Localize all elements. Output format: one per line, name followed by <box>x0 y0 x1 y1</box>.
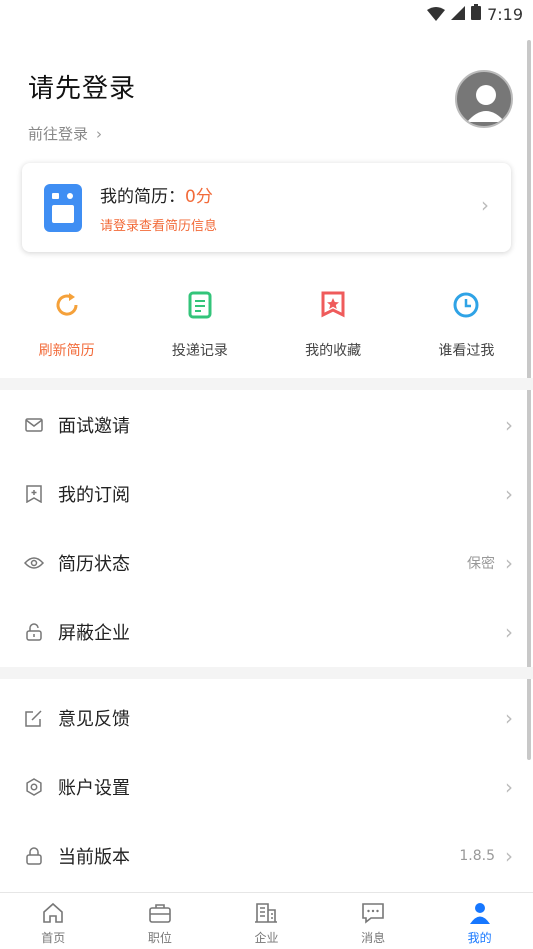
tab-jobs[interactable]: 职位 <box>107 893 214 949</box>
bookmark-star-icon <box>318 290 348 320</box>
home-icon <box>39 899 67 927</box>
section-divider <box>0 378 533 390</box>
chevron-right-icon: › <box>481 193 489 217</box>
menu-label: 面试邀请 <box>58 415 130 437</box>
page-title: 请先登录 <box>28 74 137 104</box>
default-avatar-icon <box>467 85 505 122</box>
edit-icon <box>24 708 44 728</box>
resume-label: 我的简历： <box>100 186 185 207</box>
tab-mine[interactable]: 我的 <box>426 893 533 949</box>
menu-item-interview-invites[interactable]: 面试邀请 › <box>0 390 533 459</box>
message-icon <box>359 899 387 927</box>
menu-label: 当前版本 <box>58 846 130 868</box>
wifi-icon <box>427 7 446 21</box>
chevron-right-icon: › <box>505 412 513 437</box>
menu-value: 保密 <box>467 555 495 572</box>
go-login-label: 前往登录 <box>28 125 89 143</box>
menu-label: 意见反馈 <box>58 708 130 730</box>
tab-label: 消息 <box>361 931 386 945</box>
resume-score: 0分 <box>185 186 213 207</box>
menu-item-resume-status[interactable]: 简历状态 保密 › <box>0 528 533 597</box>
refresh-icon <box>52 290 82 320</box>
quick-label: 投递记录 <box>171 343 228 359</box>
tab-label: 职位 <box>147 931 172 945</box>
menu-item-current-version[interactable]: 当前版本 1.8.5 › <box>0 821 533 890</box>
refresh-resume-button[interactable]: 刷新简历 <box>0 290 133 360</box>
briefcase-icon <box>146 899 174 927</box>
profile-icon <box>466 899 494 927</box>
quick-actions: 刷新简历 投递记录 我的收藏 谁看过我 <box>0 290 533 360</box>
menu-group-2: 意见反馈 › 账户设置 › 当前版本 1.8.5 › <box>0 683 533 890</box>
menu-item-feedback[interactable]: 意见反馈 › <box>0 683 533 752</box>
chevron-right-icon: › <box>505 843 513 868</box>
status-time: 7:19 <box>487 4 523 24</box>
menu-label: 屏蔽企业 <box>58 622 130 644</box>
building-icon <box>252 899 280 927</box>
chevron-right-icon: › <box>505 619 513 644</box>
tab-home[interactable]: 首页 <box>0 893 107 949</box>
chevron-right-icon: › <box>505 481 513 506</box>
tab-messages[interactable]: 消息 <box>320 893 427 949</box>
clock-icon <box>451 290 481 320</box>
unlock-icon <box>24 622 44 642</box>
eye-icon <box>24 553 44 573</box>
tab-label: 企业 <box>254 931 279 945</box>
go-login-link[interactable]: 前往登录 › <box>28 123 513 144</box>
document-icon <box>185 290 215 320</box>
avatar[interactable] <box>455 70 513 128</box>
menu-label: 简历状态 <box>58 553 130 575</box>
login-header: 请先登录 前往登录 › <box>28 68 513 144</box>
bottom-tab-bar: 首页 职位 企业 消息 我的 <box>0 892 533 949</box>
resume-hint: 请登录查看简历信息 <box>100 218 218 234</box>
chevron-right-icon: › <box>505 774 513 799</box>
my-favorites-button[interactable]: 我的收藏 <box>267 290 400 360</box>
menu-item-subscriptions[interactable]: 我的订阅 › <box>0 459 533 528</box>
chevron-right-icon: › <box>505 705 513 730</box>
chevron-right-icon: › <box>505 550 513 575</box>
subscribe-icon <box>24 484 44 504</box>
who-viewed-me-button[interactable]: 谁看过我 <box>400 290 533 360</box>
delivery-records-button[interactable]: 投递记录 <box>133 290 266 360</box>
lock-icon <box>24 846 44 866</box>
quick-label: 谁看过我 <box>438 343 495 359</box>
settings-icon <box>24 777 44 797</box>
battery-icon <box>471 4 482 24</box>
menu-item-blocked-companies[interactable]: 屏蔽企业 › <box>0 597 533 666</box>
quick-label: 我的收藏 <box>305 343 362 359</box>
quick-label: 刷新简历 <box>38 343 95 359</box>
menu-item-account-settings[interactable]: 账户设置 › <box>0 752 533 821</box>
section-divider <box>0 667 533 679</box>
status-bar: 7:19 <box>0 0 533 28</box>
signal-icon <box>451 5 466 24</box>
menu-group-1: 面试邀请 › 我的订阅 › 简历状态 保密 › 屏蔽企业 › <box>0 390 533 666</box>
mail-icon <box>24 415 44 435</box>
my-resume-card[interactable]: 我的简历：0分 请登录查看简历信息 › <box>22 163 511 252</box>
menu-label: 我的订阅 <box>58 484 130 506</box>
chevron-right-icon: › <box>96 124 103 143</box>
tab-label: 首页 <box>41 931 66 945</box>
tab-companies[interactable]: 企业 <box>213 893 320 949</box>
menu-label: 账户设置 <box>58 777 130 799</box>
menu-value: 1.8.5 <box>459 847 495 864</box>
tab-label: 我的 <box>467 931 492 945</box>
resume-icon <box>44 183 82 232</box>
